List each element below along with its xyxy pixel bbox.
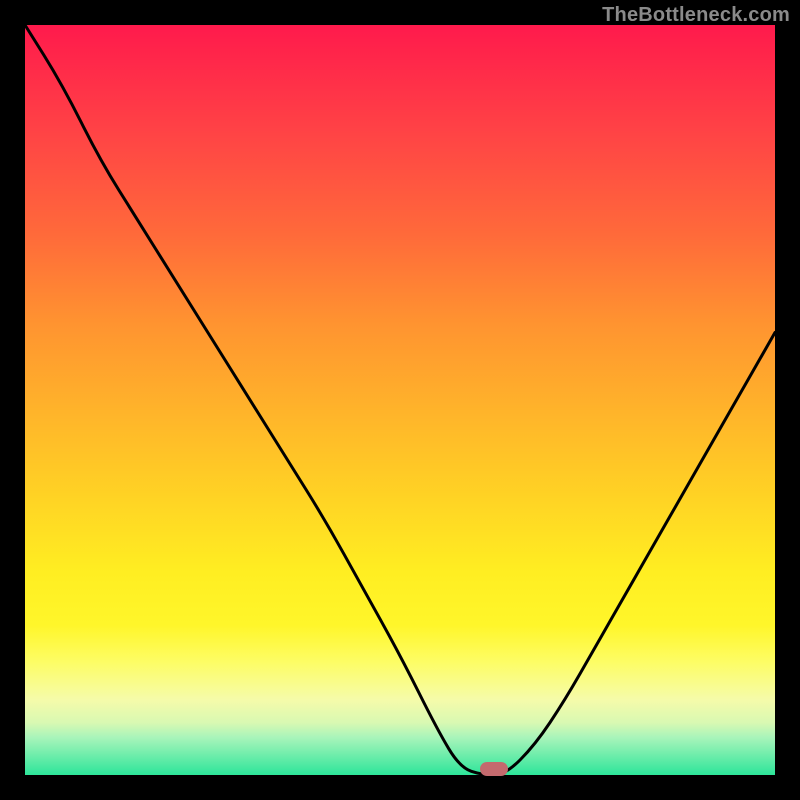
- plot-area: [25, 25, 775, 775]
- chart-stage: TheBottleneck.com: [0, 0, 800, 800]
- bottleneck-curve: [25, 25, 775, 775]
- attribution-label: TheBottleneck.com: [602, 4, 790, 27]
- bottleneck-marker: [480, 762, 508, 776]
- curve-svg: [25, 25, 775, 775]
